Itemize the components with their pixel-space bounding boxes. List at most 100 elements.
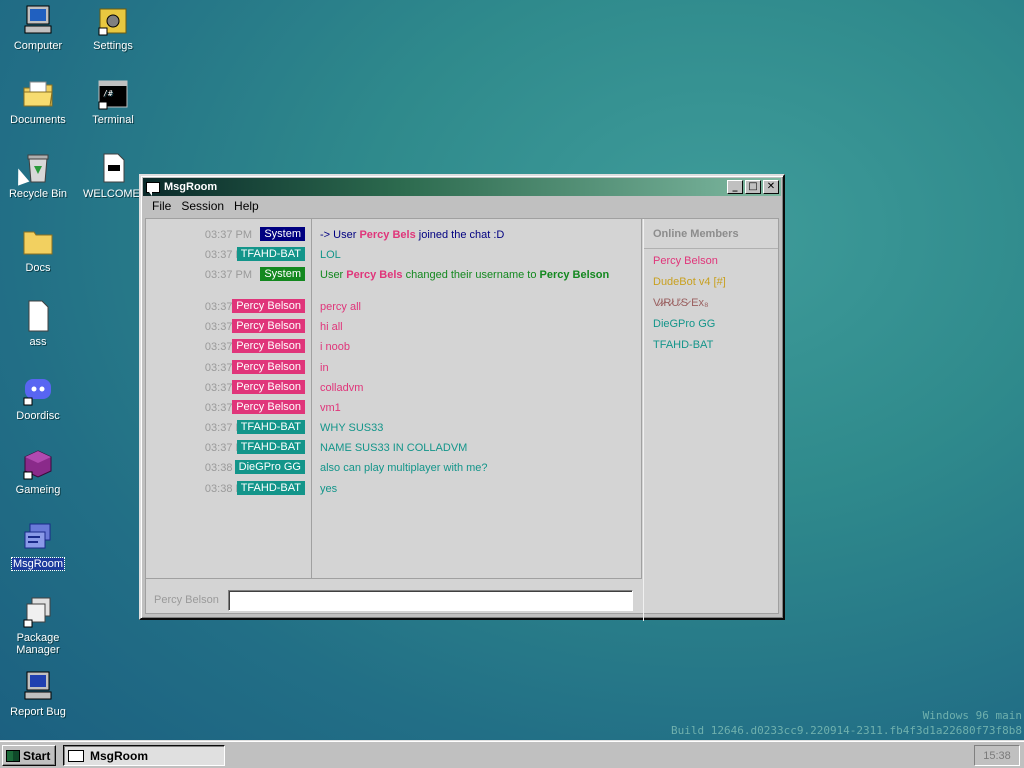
desktop-icon-documents[interactable]: Documents [1,78,75,126]
folder-documents-icon [22,78,54,110]
desktop-icon-docs[interactable]: Docs [1,226,75,274]
online-members-title: Online Members [644,219,778,249]
desktop-icon-label: Docs [25,262,51,274]
message-username-badge[interactable]: System [260,227,305,241]
chat-bubble-icon [146,181,160,196]
message-username-badge[interactable]: Percy Belson [232,339,305,353]
start-logo-icon [6,749,20,762]
message-text: yes [320,483,338,495]
minimize-button[interactable]: _ [727,180,743,194]
message-time: 03:37 PM [204,269,252,281]
desktop-icon-computer[interactable]: Computer [1,4,75,52]
computer-icon [22,4,54,36]
msgroom-icon [22,522,54,554]
message-username-badge[interactable]: System [260,267,305,281]
desktop-icon-label: Settings [93,40,133,52]
desktop-icon-label: Computer [13,40,63,52]
desktop-icon-label: Recycle Bin [8,188,68,200]
message-text: i noob [320,341,350,353]
message-text: NAME SUS33 IN COLLADVM [320,442,468,454]
chat-client: 03:37 PM System -> User Percy Bels joined … [145,218,779,621]
window-titlebar[interactable]: MsgRoom _ □ ✕ [143,178,781,196]
menu-session[interactable]: Session [176,197,229,215]
message-text: in [320,362,329,374]
online-member[interactable]: Percy Belson [644,251,778,272]
message-text: User Percy Bels changed their username t… [320,269,610,281]
online-member[interactable]: DudeBot v4 [#] [644,272,778,293]
discord-icon [22,374,54,406]
message-text: percy all [320,301,361,313]
message-text: LOL [320,249,341,261]
desktop-icon-recycle-bin[interactable]: Recycle Bin [1,152,75,200]
desktop-icon-doordisc[interactable]: Doordisc [1,374,75,422]
desktop-icon-label: WELCOME. [83,188,143,200]
package-icon [22,596,54,628]
message-username-badge[interactable]: Percy Belson [232,299,305,313]
message-input-row: Percy Belson [146,580,642,621]
message-username-badge[interactable]: Percy Belson [232,319,305,333]
message-text: -> User Percy Bels joined the chat :D [320,229,505,241]
message-username-badge[interactable]: DieGPro GG [234,460,305,474]
current-nickname[interactable]: Percy Belson [154,594,219,606]
message-username-badge[interactable]: Percy Belson [232,360,305,374]
message-username-badge[interactable]: TFAHD-BAT [236,481,305,495]
window-title: MsgRoom [164,181,218,193]
menu-help[interactable]: Help [229,197,264,215]
report-bug-icon [22,670,54,702]
desktop-icon-label: MsgRoom [10,557,66,571]
desktop-icon-gameing[interactable]: Gameing [1,448,75,496]
start-label: Start [23,748,51,763]
desktop-icon-settings[interactable]: Settings [76,4,150,52]
close-button[interactable]: ✕ [763,180,779,194]
document-icon [97,152,129,184]
desktop-icon-label: Terminal [92,114,134,126]
build-watermark: Windows 96 main Build 12646.d0233cc9.2209… [671,708,1022,738]
desktop-icon-label: Documents [10,114,66,126]
message-input[interactable] [228,590,633,611]
desktop-icon-ass[interactable]: ass [1,300,75,348]
message-username-badge[interactable]: TFAHD-BAT [236,440,305,454]
online-member[interactable]: DieGPro GG [644,314,778,335]
chat-log[interactable]: 03:37 PM System -> User Percy Bels joined … [146,219,642,579]
msgroom-window: MsgRoom _ □ ✕ File Session Help 03:37 PM… [139,174,785,621]
message-username-badge[interactable]: TFAHD-BAT [236,247,305,261]
message-username-badge[interactable]: TFAHD-BAT [236,420,305,434]
message-text: colladvm [320,382,364,394]
file-icon [22,300,54,332]
desktop-icon-label: Report Bug [10,706,66,718]
menubar: File Session Help [143,196,781,216]
taskbar-item-msgroom[interactable]: MsgRoom [63,745,225,766]
message-username-badge[interactable]: Percy Belson [232,380,305,394]
message-username-badge[interactable]: Percy Belson [232,400,305,414]
desktop-icon-package-manager[interactable]: Package Manager [1,596,75,656]
message-text: WHY SUS33 [320,422,384,434]
online-member[interactable]: TFAHD-BAT [644,335,778,356]
desktop-icon-terminal[interactable]: /# Terminal [76,78,150,126]
desktop-icon-label: Package Manager [16,632,60,656]
terminal-icon: /# [97,78,129,110]
desktop-icon-report-bug[interactable]: Report Bug [1,670,75,718]
settings-icon [97,4,129,36]
watermark-line-2: Build 12646.d0233cc9.220914-2311.fb4f3d1… [671,724,1022,737]
taskbar: Start MsgRoom 15:38 [0,740,1024,768]
game-cube-icon [22,448,54,480]
message-text: also can play multiplayer with me? [320,462,488,474]
desktop-icon-label: ass [29,336,47,348]
message-text: vm1 [320,402,341,414]
chat-bubble-icon [68,749,84,762]
online-member[interactable]: V̷I̷R̷Ư̷S̷ Ex₈ [644,293,778,314]
online-members-panel: Online Members Percy Belson DudeBot v4 [#… [643,219,778,621]
desktop-icon-label: Gameing [15,484,61,496]
menu-file[interactable]: File [147,197,176,215]
message-text: hi all [320,321,343,333]
system-tray-clock[interactable]: 15:38 [974,745,1020,766]
message-time: 03:37 PM [204,229,252,241]
watermark-line-1: Windows 96 main [922,709,1022,722]
start-button[interactable]: Start [2,745,56,766]
folder-icon [22,226,54,258]
svg-text:/#: /# [103,89,113,98]
taskbar-item-label: MsgRoom [90,748,148,763]
desktop-icon-msgroom[interactable]: MsgRoom [1,522,75,571]
maximize-button[interactable]: □ [745,180,761,194]
desktop-icon-label: Doordisc [16,410,60,422]
